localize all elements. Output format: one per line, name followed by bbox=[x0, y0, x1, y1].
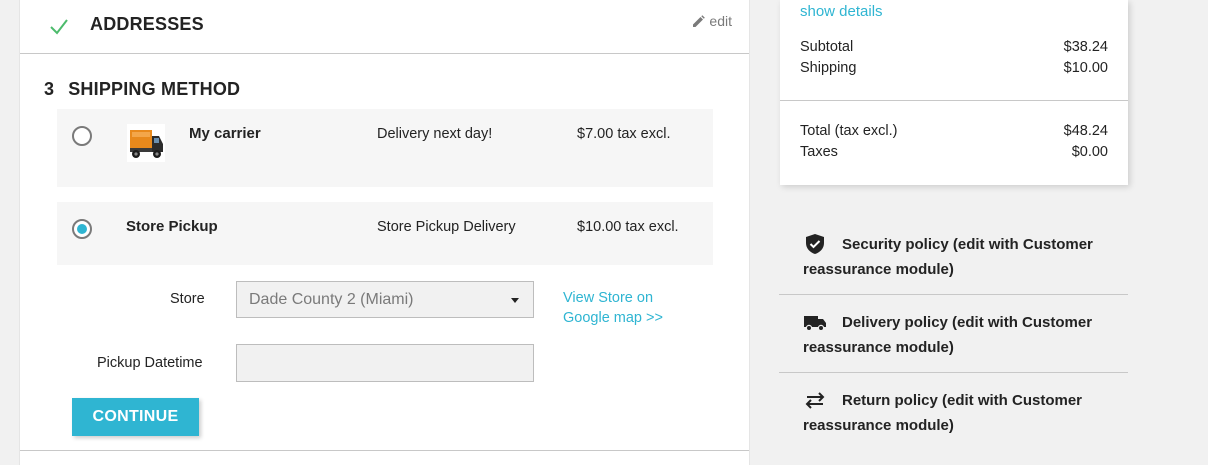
view-store-map-link[interactable]: View Store on Google map >> bbox=[563, 288, 693, 328]
shipping-step-title: 3 SHIPPING METHOD bbox=[44, 79, 240, 100]
reassurance-text: Return policy (edit with Customer reassu… bbox=[803, 392, 1083, 434]
store-select-value: Dade County 2 (Miami) bbox=[249, 291, 414, 308]
shipping-label: Shipping bbox=[800, 60, 857, 76]
taxes-label: Taxes bbox=[800, 144, 838, 160]
divider bbox=[780, 100, 1128, 101]
reassurance-text: Security policy (edit with Customer reas… bbox=[803, 236, 1093, 278]
total-label: Total (tax excl.) bbox=[800, 123, 898, 139]
pencil-icon bbox=[693, 14, 706, 27]
checkmark-icon bbox=[50, 19, 68, 35]
store-select[interactable]: Dade County 2 (Miami) bbox=[236, 281, 534, 318]
taxes-value: $0.00 bbox=[1071, 144, 1108, 160]
store-label: Store bbox=[170, 291, 205, 307]
step-title-text: SHIPPING METHOD bbox=[68, 79, 241, 99]
carrier-name: Store Pickup bbox=[126, 218, 218, 235]
carrier-delay: Delivery next day! bbox=[377, 126, 493, 142]
reassurance-text: Delivery policy (edit with Customer reas… bbox=[803, 314, 1093, 356]
carrier-name: My carrier bbox=[189, 125, 261, 142]
total-line: Total (tax excl.) $48.24 bbox=[800, 123, 1108, 139]
checkout-steps: ADDRESSES edit 3 SHIPPING METHOD My carri… bbox=[19, 0, 750, 465]
taxes-line: Taxes $0.00 bbox=[800, 144, 1108, 160]
carrier-option-store-pickup[interactable]: Store Pickup Store Pickup Delivery $10.0… bbox=[57, 202, 713, 265]
total-value: $48.24 bbox=[1063, 123, 1108, 139]
carrier-radio-my-carrier[interactable] bbox=[72, 126, 92, 146]
shipping-value: $10.00 bbox=[1063, 60, 1108, 76]
pickup-datetime-label: Pickup Datetime bbox=[97, 355, 203, 371]
shipping-line: Shipping $10.00 bbox=[800, 60, 1108, 76]
subtotal-value: $38.24 bbox=[1063, 39, 1108, 55]
edit-label: edit bbox=[709, 13, 732, 29]
step-number: 3 bbox=[44, 79, 55, 99]
cart-summary: show details Subtotal $38.24 Shipping $1… bbox=[780, 0, 1128, 185]
pickup-datetime-input[interactable] bbox=[236, 344, 534, 382]
addresses-step-title: ADDRESSES bbox=[90, 14, 204, 34]
show-details-link[interactable]: show details bbox=[800, 3, 883, 20]
carrier-price: $10.00 tax excl. bbox=[577, 219, 679, 235]
carrier-delay: Store Pickup Delivery bbox=[377, 219, 516, 235]
divider bbox=[779, 294, 1128, 295]
subtotal-label: Subtotal bbox=[800, 39, 854, 55]
truck-logo-icon bbox=[127, 124, 165, 162]
divider bbox=[779, 372, 1128, 373]
edit-addresses-link[interactable]: edit bbox=[692, 13, 732, 29]
addresses-step-header[interactable]: ADDRESSES edit bbox=[20, 0, 749, 54]
divider bbox=[20, 450, 749, 451]
carrier-price: $7.00 tax excl. bbox=[577, 126, 671, 142]
carrier-option-my-carrier[interactable]: My carrier Delivery next day! $7.00 tax … bbox=[57, 109, 713, 187]
caret-down-icon bbox=[511, 298, 519, 303]
subtotal-line: Subtotal $38.24 bbox=[800, 39, 1108, 55]
carrier-radio-store-pickup[interactable] bbox=[72, 219, 92, 239]
continue-button[interactable]: CONTINUE bbox=[72, 398, 199, 436]
